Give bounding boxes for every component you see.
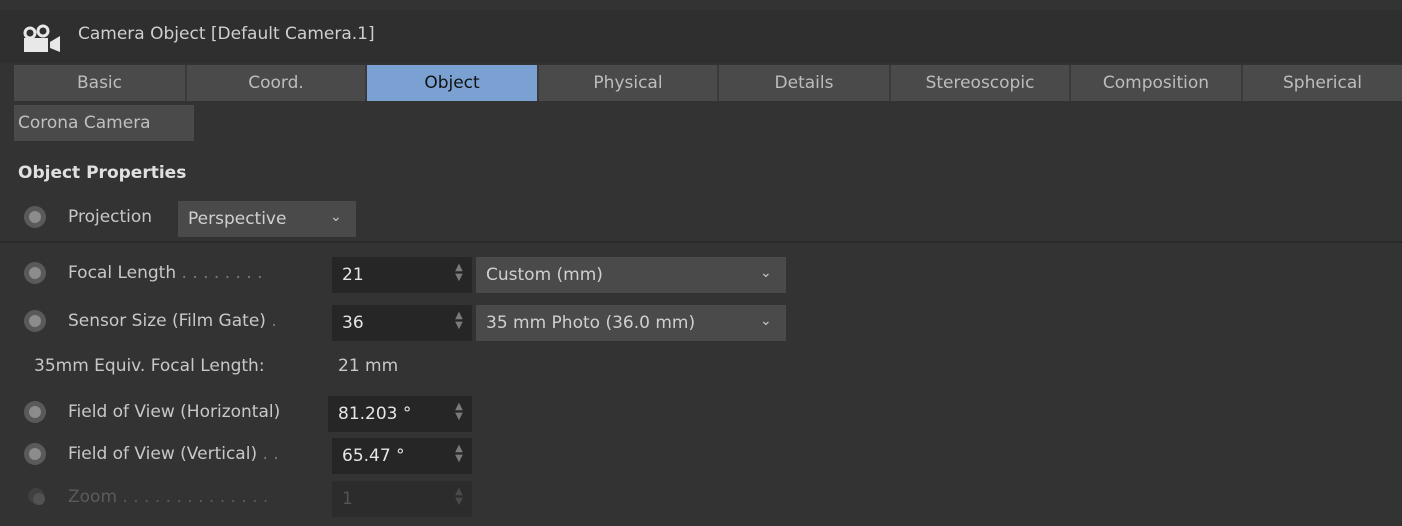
tab-physical[interactable]: Physical	[539, 65, 719, 101]
spinner-icon[interactable]: ▲ ▼	[452, 263, 466, 287]
fov-vertical-input[interactable]: 65.47 ° ▲ ▼	[332, 438, 472, 474]
spinner-icon[interactable]: ▲ ▼	[452, 311, 466, 335]
equiv-focal-label: 35mm Equiv. Focal Length:	[34, 356, 265, 376]
tab-object[interactable]: Object	[367, 65, 539, 101]
section-title: Object Properties	[18, 163, 187, 183]
tab-stereoscopic[interactable]: Stereoscopic	[891, 65, 1071, 101]
tab-basic[interactable]: Basic	[14, 65, 187, 101]
divider	[0, 241, 1402, 243]
focal-length-label: Focal Length . . . . . . . .	[68, 263, 263, 283]
window-title: Camera Object [Default Camera.1]	[78, 24, 375, 44]
fov-vertical-animate-radio[interactable]	[24, 443, 46, 465]
tab-corona-camera[interactable]: Corona Camera	[14, 105, 194, 141]
chevron-down-icon: ⌄	[760, 313, 772, 329]
spinner-icon[interactable]: ▲ ▼	[452, 444, 466, 468]
chevron-down-icon: ⌄	[760, 265, 772, 281]
projection-dropdown[interactable]: Perspective ⌄	[178, 201, 356, 237]
zoom-label: Zoom . . . . . . . . . . . . . .	[68, 487, 269, 507]
camera-icon	[23, 24, 60, 52]
tab-spherical[interactable]: Spherical	[1243, 65, 1402, 101]
spinner-icon: ▲ ▼	[455, 486, 463, 507]
equiv-focal-value: 21 mm	[338, 356, 399, 376]
fov-vertical-label: Field of View (Vertical) . .	[68, 444, 279, 464]
focal-length-input[interactable]: 21 ▲ ▼	[332, 257, 472, 293]
tab-bar: Basic Coord. Object Physical Details Ste…	[14, 65, 1402, 101]
fov-horizontal-animate-radio[interactable]	[24, 401, 46, 423]
projection-label: Projection	[68, 207, 153, 227]
title-bar: Camera Object [Default Camera.1]	[0, 10, 1402, 63]
sensor-size-preset-dropdown[interactable]: 35 mm Photo (36.0 mm) ⌄	[476, 305, 786, 341]
tab-coord[interactable]: Coord.	[187, 65, 367, 101]
tab-details[interactable]: Details	[719, 65, 891, 101]
projection-animate-radio[interactable]	[24, 206, 46, 228]
fov-horizontal-input[interactable]: 81.203 ° ▲ ▼	[328, 396, 472, 432]
chevron-down-icon: ⌄	[330, 209, 342, 225]
zoom-input: 1 ▲ ▼	[332, 481, 472, 517]
sensor-size-label: Sensor Size (Film Gate) .	[68, 311, 277, 331]
focal-length-preset-dropdown[interactable]: Custom (mm) ⌄	[476, 257, 786, 293]
fov-horizontal-label: Field of View (Horizontal)	[68, 402, 281, 422]
spinner-icon[interactable]: ▲ ▼	[452, 402, 466, 426]
sensor-size-animate-radio[interactable]	[24, 310, 46, 332]
zoom-animate-radio	[28, 488, 45, 505]
sensor-size-input[interactable]: 36 ▲ ▼	[332, 305, 472, 341]
focal-length-animate-radio[interactable]	[24, 262, 46, 284]
projection-value: Perspective	[188, 209, 287, 229]
tab-composition[interactable]: Composition	[1071, 65, 1243, 101]
